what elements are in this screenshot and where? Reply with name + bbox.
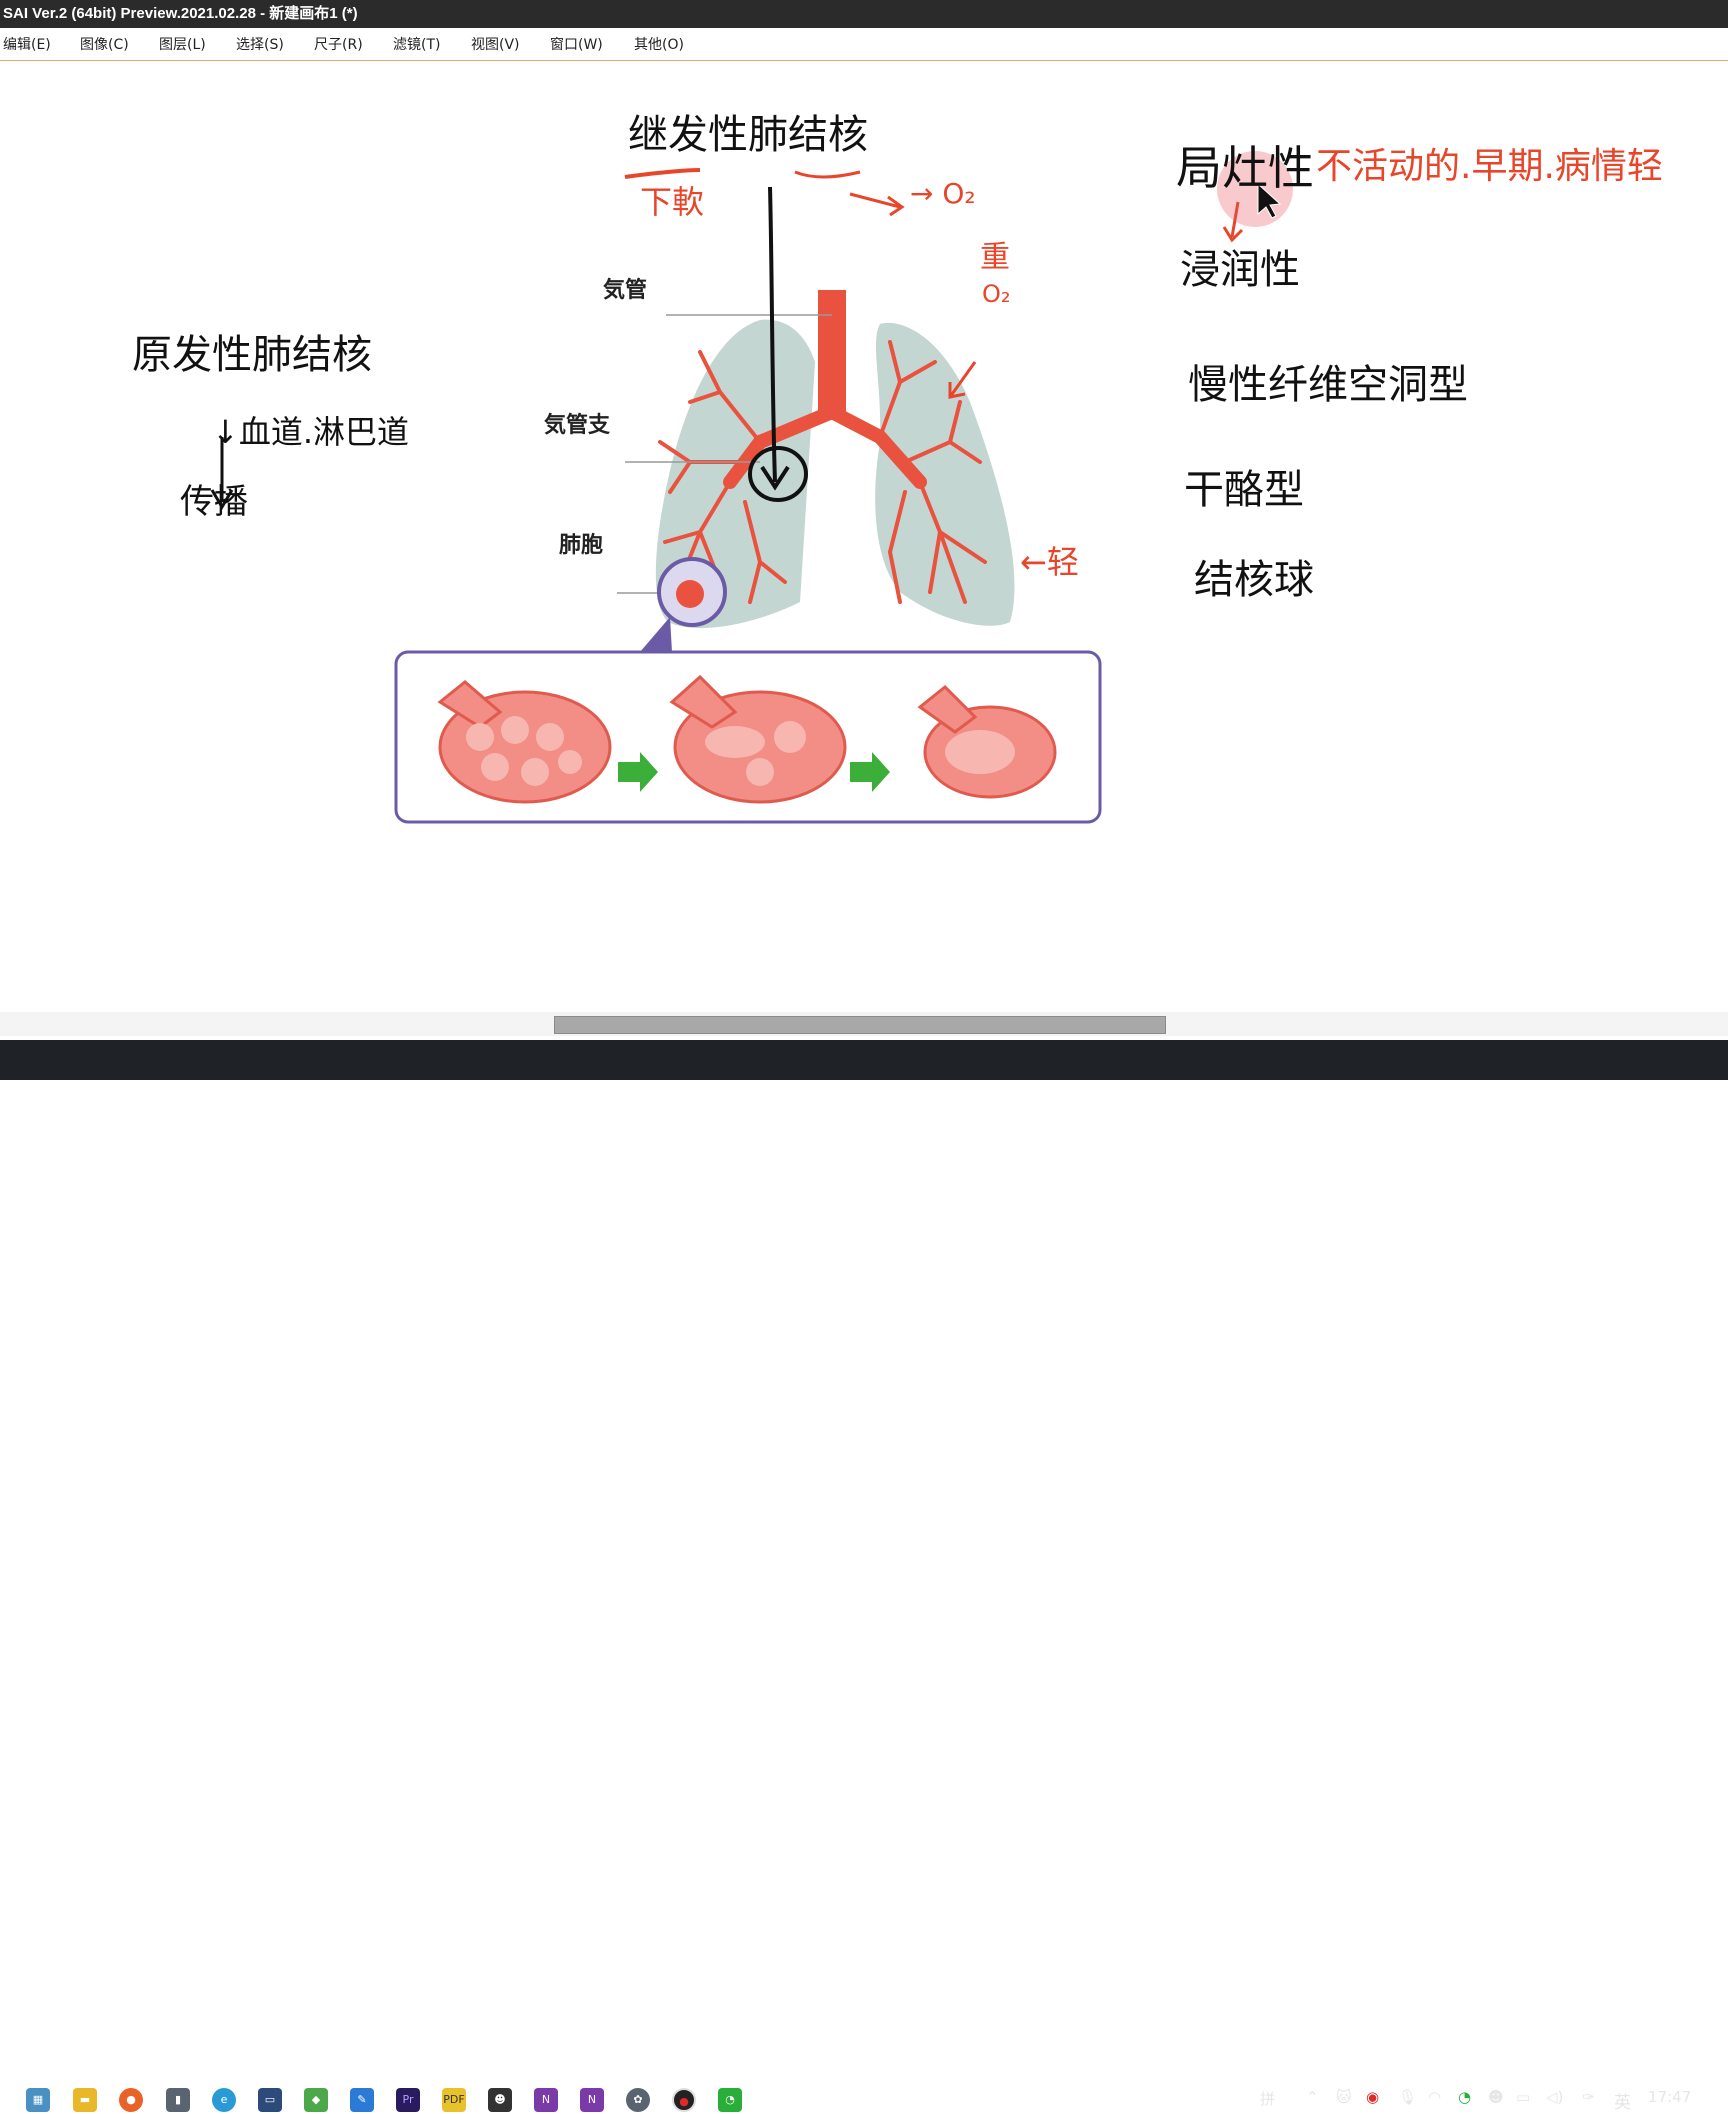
pen-icon[interactable]: ✎: [350, 2088, 374, 2112]
note-spread: 传播: [180, 482, 248, 522]
note-chronic: 慢性纤维空洞型: [1188, 362, 1468, 408]
note-o2-top: → O₂: [910, 177, 976, 210]
label-trachea: 気管: [603, 278, 648, 303]
volume-icon[interactable]: ◁): [1546, 2088, 1563, 2106]
premiere-icon[interactable]: Pr: [396, 2088, 420, 2112]
edge-icon[interactable]: e: [212, 2088, 236, 2112]
label-alveoli: 肺胞: [559, 533, 604, 558]
usb-icon[interactable]: ▮: [166, 2088, 190, 2112]
pdf-icon[interactable]: PDF: [442, 2088, 466, 2112]
onenote-icon[interactable]: N: [534, 2088, 558, 2112]
hand-underline: [624, 168, 701, 179]
monitor-icon[interactable]: ▭: [258, 2088, 282, 2112]
note-light: ←轻: [1020, 543, 1079, 581]
note-caseous: 干酪型: [1184, 467, 1304, 513]
cat-icon[interactable]: 🐱: [1336, 2088, 1352, 2106]
note-lower-soft: 下軟: [640, 183, 705, 221]
drawing-canvas[interactable]: 気管 気管支 肺胞 继发性肺结核 下軟 → O₂ 重 O₂ ←轻 原发性肺结核 …: [0, 62, 1728, 1012]
wifi-icon[interactable]: ◠: [1428, 2088, 1441, 2106]
ime-language-indicator[interactable]: 英: [1614, 2088, 1631, 2113]
menu-layer[interactable]: 图层(L): [159, 34, 206, 54]
note-focal-desc: 不活动的.早期.病情轻: [1316, 146, 1663, 187]
menu-filter[interactable]: 滤镜(T): [393, 34, 440, 54]
menu-bar: 编辑(E) 图像(C) 图层(L) 选择(S) 尺子(R) 滤镜(T) 视图(V…: [0, 28, 1728, 61]
window-title: SAI Ver.2 (64bit) Preview.2021.02.28 - 新…: [0, 0, 1728, 28]
firefox-icon[interactable]: ●: [119, 2088, 143, 2112]
taskbar: ▦ ▬ ● ▮ e ▭ ◆ ✎ Pr PDF ☻ N N ✿ ● ◔ 拼 ⌃ 🐱…: [0, 1040, 1728, 2113]
note-focal: 局灶性: [1176, 141, 1314, 195]
sai-icon[interactable]: ✿: [626, 2088, 650, 2112]
scrollbar-thumb[interactable]: [554, 1016, 1166, 1034]
recorder-icon[interactable]: ●: [672, 2088, 696, 2112]
clock[interactable]: 17:47: [1648, 2088, 1691, 2106]
wechat-icon[interactable]: ◔: [718, 2088, 742, 2112]
menu-other[interactable]: 其他(O): [634, 34, 684, 54]
note-heavy-o2: O₂: [982, 280, 1011, 308]
onenote-icon-2[interactable]: N: [580, 2088, 604, 2112]
lung-diagram: [210, 151, 1293, 824]
note-infiltrative: 浸润性: [1180, 247, 1300, 293]
menu-select[interactable]: 选择(S): [236, 34, 284, 54]
battery-icon[interactable]: ▭: [1516, 2088, 1530, 2106]
record-icon[interactable]: ◉: [1366, 2088, 1379, 2106]
menu-image[interactable]: 图像(C): [80, 34, 129, 54]
menu-window[interactable]: 窗口(W): [550, 34, 603, 54]
folder-icon[interactable]: ▬: [73, 2088, 97, 2112]
wechat-tray-icon[interactable]: ◔: [1458, 2088, 1471, 2106]
note-heavy: 重: [980, 240, 1010, 275]
ime-pinyin-indicator[interactable]: 拼: [1260, 2088, 1275, 2109]
menu-edit[interactable]: 编辑(E): [3, 34, 51, 54]
menu-view[interactable]: 视图(V): [471, 34, 520, 54]
label-bronchus: 気管支: [544, 413, 611, 438]
microphone-icon[interactable]: 🎙: [1398, 2088, 1417, 2106]
file-explorer-icon[interactable]: ▦: [26, 2088, 50, 2112]
menu-ruler[interactable]: 尺子(R): [314, 34, 363, 54]
note-tuberculoma: 结核球: [1194, 557, 1314, 603]
qq-icon[interactable]: ☻: [488, 2088, 512, 2112]
trachea: [818, 290, 846, 420]
note-primary-tb: 原发性肺结核: [132, 332, 372, 378]
note-secondary-tb: 继发性肺结核: [628, 112, 868, 158]
chevron-up-icon[interactable]: ⌃: [1306, 2088, 1319, 2106]
qq-tray-icon[interactable]: ☻: [1488, 2088, 1504, 2106]
pen-tray-icon[interactable]: ✑: [1582, 2088, 1595, 2106]
note-blood-lymph: ↓血道.淋巴道: [212, 413, 409, 451]
maps-icon[interactable]: ◆: [304, 2088, 328, 2112]
